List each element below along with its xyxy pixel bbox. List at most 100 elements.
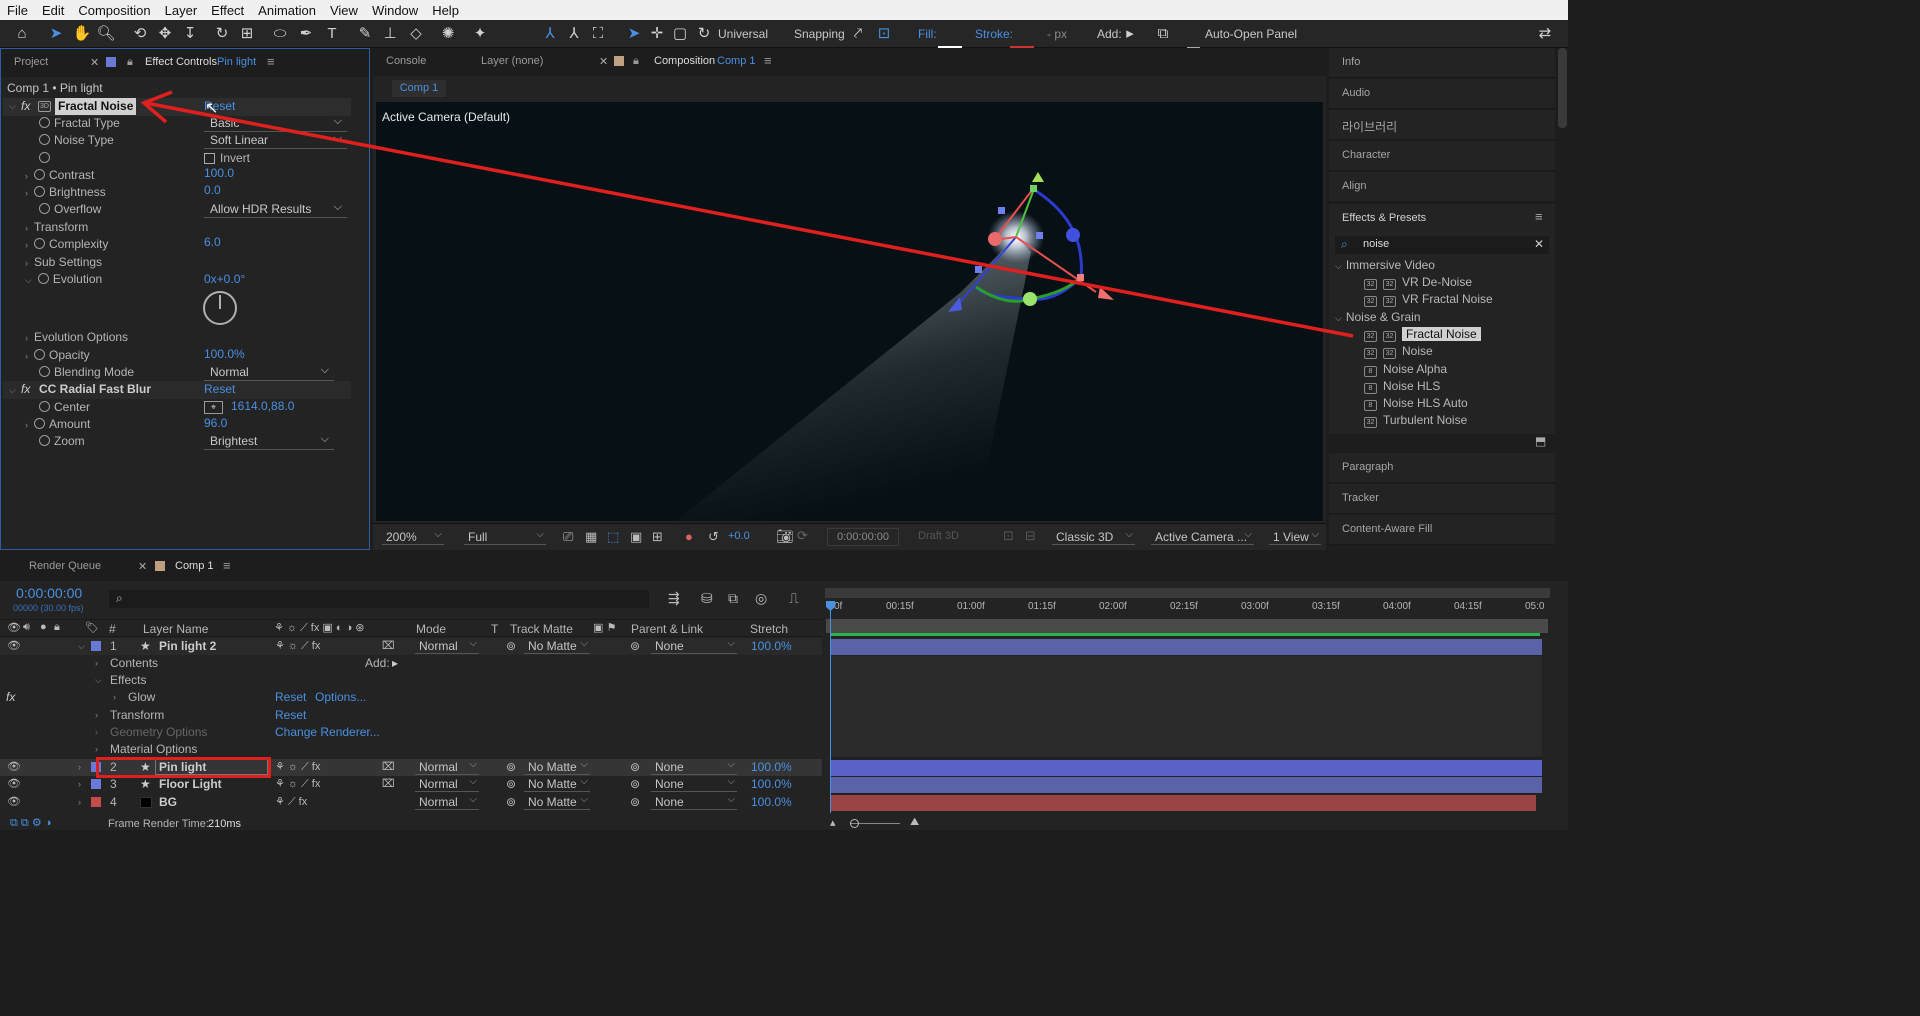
panel-info[interactable]: Info xyxy=(1329,48,1555,78)
close-icon[interactable]: ✕ xyxy=(599,55,608,68)
comp-subtab[interactable]: Comp 1 xyxy=(392,80,446,97)
viewer-canvas[interactable]: Active Camera (Default) xyxy=(376,102,1323,521)
zoom-in-icon[interactable]: ⛰ xyxy=(910,816,919,829)
tab-composition[interactable]: Composition xyxy=(654,55,715,67)
layer-bar-2[interactable] xyxy=(830,760,1542,776)
brush-tool-icon[interactable]: ✎ xyxy=(355,24,375,44)
menu-edit[interactable]: Edit xyxy=(35,3,71,18)
universal-move-icon[interactable]: ✛ xyxy=(647,24,667,44)
blue-handle[interactable] xyxy=(1066,228,1080,242)
right-scrollbar[interactable] xyxy=(1558,48,1567,128)
parent-dropdown[interactable]: None xyxy=(651,757,737,775)
invert-checkbox[interactable] xyxy=(204,153,215,164)
twirl-open-icon[interactable]: ⌵ xyxy=(78,638,85,655)
viewer-timecode[interactable]: 0:00:00:00 xyxy=(827,528,899,546)
layer-bar-3[interactable] xyxy=(830,777,1542,793)
playhead[interactable] xyxy=(830,601,831,813)
parent-dropdown[interactable]: None xyxy=(651,792,737,810)
fx2-twirl-icon[interactable]: ⌵ xyxy=(9,382,16,399)
layer-label-swatch[interactable] xyxy=(91,779,101,789)
fx-icon[interactable]: fx xyxy=(21,381,30,398)
twirl-icon[interactable]: › xyxy=(78,759,81,776)
add-menu-icon[interactable]: ▸ xyxy=(1120,24,1140,44)
pan-tool-icon[interactable]: ✥ xyxy=(155,24,175,44)
panel-tracker[interactable]: Tracker xyxy=(1329,484,1555,514)
layer-sub-material[interactable]: › Material Options xyxy=(0,741,822,758)
layer-name[interactable]: Pin light 2 xyxy=(159,638,216,655)
bbox-handle[interactable] xyxy=(1077,274,1084,281)
frame-blending-icon[interactable]: ◎ xyxy=(755,590,767,607)
stopwatch-icon[interactable] xyxy=(34,169,45,180)
visibility-icon[interactable]: 👁︎ xyxy=(7,794,21,811)
stopwatch-icon[interactable] xyxy=(34,349,45,360)
tab-layer[interactable]: Layer (none) xyxy=(481,55,543,67)
layer-row-3[interactable]: 👁︎ › 3 ★ Floor Light ⚘ ☼ ⟋ fx ⌧ Normal ⊚… xyxy=(0,774,822,793)
reset-exposure-icon[interactable]: ↺ xyxy=(708,529,719,545)
tab-console[interactable]: Console xyxy=(386,55,426,67)
tab-render-queue[interactable]: Render Queue xyxy=(29,560,101,572)
view-axis-icon[interactable]: ⛶ xyxy=(588,24,608,44)
blend-mode-dropdown[interactable]: Normal xyxy=(415,757,479,775)
eraser-tool-icon[interactable]: ◇ xyxy=(406,24,426,44)
panel-libraries[interactable]: 라이브러리 xyxy=(1329,110,1555,140)
layer-switches[interactable]: ⚘ ☼ ⟋ fx xyxy=(275,776,320,793)
dolly-tool-icon[interactable]: ↧ xyxy=(180,24,200,44)
snap-icon[interactable]: ⤤ xyxy=(848,24,868,44)
panel-menu-icon[interactable]: ≡ xyxy=(223,558,231,573)
y-arrow[interactable] xyxy=(1032,172,1044,182)
blending-mode-dropdown[interactable]: Normal xyxy=(204,363,334,381)
lock-icon[interactable]: 🔒︎ xyxy=(127,56,133,69)
layer-bar-4[interactable] xyxy=(830,795,1536,811)
camera-dropdown[interactable]: Active Camera ... xyxy=(1151,527,1254,545)
panel-content-aware-fill[interactable]: Content-Aware Fill xyxy=(1329,515,1555,545)
prop-transform-group[interactable]: › Transform xyxy=(25,219,88,236)
stopwatch-icon[interactable] xyxy=(39,203,50,214)
roto-brush-tool-icon[interactable]: ✺ xyxy=(438,24,458,44)
stopwatch-icon[interactable] xyxy=(39,152,50,163)
add-menu-icon[interactable]: ▸ xyxy=(392,655,398,672)
parent-pickwhip-icon[interactable]: ⊚ xyxy=(630,759,640,776)
zoom-slider-thumb[interactable] xyxy=(850,819,859,828)
matte-pickwhip-icon[interactable]: ⊚ xyxy=(506,638,516,655)
time-ruler[interactable]: 0f 00:15f 01:00f 01:15f 02:00f 02:15f 03… xyxy=(826,601,1548,619)
twirl-icon[interactable]: › xyxy=(95,724,98,741)
visibility-icon[interactable]: 👁︎ xyxy=(7,759,21,776)
stopwatch-icon[interactable] xyxy=(37,273,49,284)
group-noise-grain[interactable]: ⌵ Noise & Grain xyxy=(1335,309,1421,326)
universal-rotate-icon[interactable]: ↻ xyxy=(694,24,714,44)
3d-layer-icon[interactable]: ⌧ xyxy=(382,759,395,776)
current-timecode[interactable]: 0:00:00:00 xyxy=(16,585,82,601)
fx-icon[interactable]: fx xyxy=(21,98,30,115)
visibility-icon[interactable]: 👁︎ xyxy=(7,638,21,655)
layer-switches[interactable]: ⚘ ⟋ fx xyxy=(275,794,307,811)
complexity-value[interactable]: 6.0 xyxy=(204,234,221,251)
effect-vr-denoise[interactable]: 32 32 VR De-Noise xyxy=(1364,274,1472,291)
blend-mode-dropdown[interactable]: Normal xyxy=(415,792,479,810)
effect-fractal-noise[interactable]: 32 32 Fractal Noise xyxy=(1364,326,1481,343)
track-matte-dropdown[interactable]: No Matte xyxy=(524,757,590,775)
blend-mode-dropdown[interactable]: Normal xyxy=(415,636,479,654)
home-icon[interactable]: ⌂ xyxy=(12,24,32,44)
tab-effect-controls[interactable]: Effect Controls xyxy=(145,56,217,68)
bevel-icon[interactable]: ⧉ xyxy=(1153,24,1173,44)
universal-scale-icon[interactable]: ▢ xyxy=(670,24,690,44)
change-renderer-link[interactable]: Change Renderer... xyxy=(275,724,380,741)
blend-mode-dropdown[interactable]: Normal xyxy=(415,774,479,792)
panel-paragraph[interactable]: Paragraph xyxy=(1329,453,1555,483)
transform-reset-link[interactable]: Reset xyxy=(275,707,306,724)
effect-vr-fractal-noise[interactable]: 32 32 VR Fractal Noise xyxy=(1364,291,1493,308)
stretch-value[interactable]: 100.0% xyxy=(751,638,792,655)
parent-pickwhip-icon[interactable]: ⊚ xyxy=(630,776,640,793)
stroke-width[interactable]: - px xyxy=(1047,24,1067,44)
layer-sub-contents[interactable]: › Contents Add: ▸ xyxy=(0,655,822,672)
snapshot-icon[interactable]: 📷︎ xyxy=(776,528,794,545)
transparency-grid-icon[interactable]: ▦ xyxy=(585,529,597,545)
stopwatch-icon[interactable] xyxy=(34,418,45,429)
rotate-tool-icon[interactable]: ↻ xyxy=(212,24,232,44)
parent-pickwhip-icon[interactable]: ⊚ xyxy=(630,794,640,811)
stretch-value[interactable]: 100.0% xyxy=(751,759,792,776)
layer-sub-effects[interactable]: ⌵ Effects xyxy=(0,672,822,689)
matte-pickwhip-icon[interactable]: ⊚ xyxy=(506,759,516,776)
effect-noise[interactable]: 32 32 Noise xyxy=(1364,343,1433,360)
effects-search-box[interactable]: ⌕ noise ✕ xyxy=(1335,236,1549,254)
